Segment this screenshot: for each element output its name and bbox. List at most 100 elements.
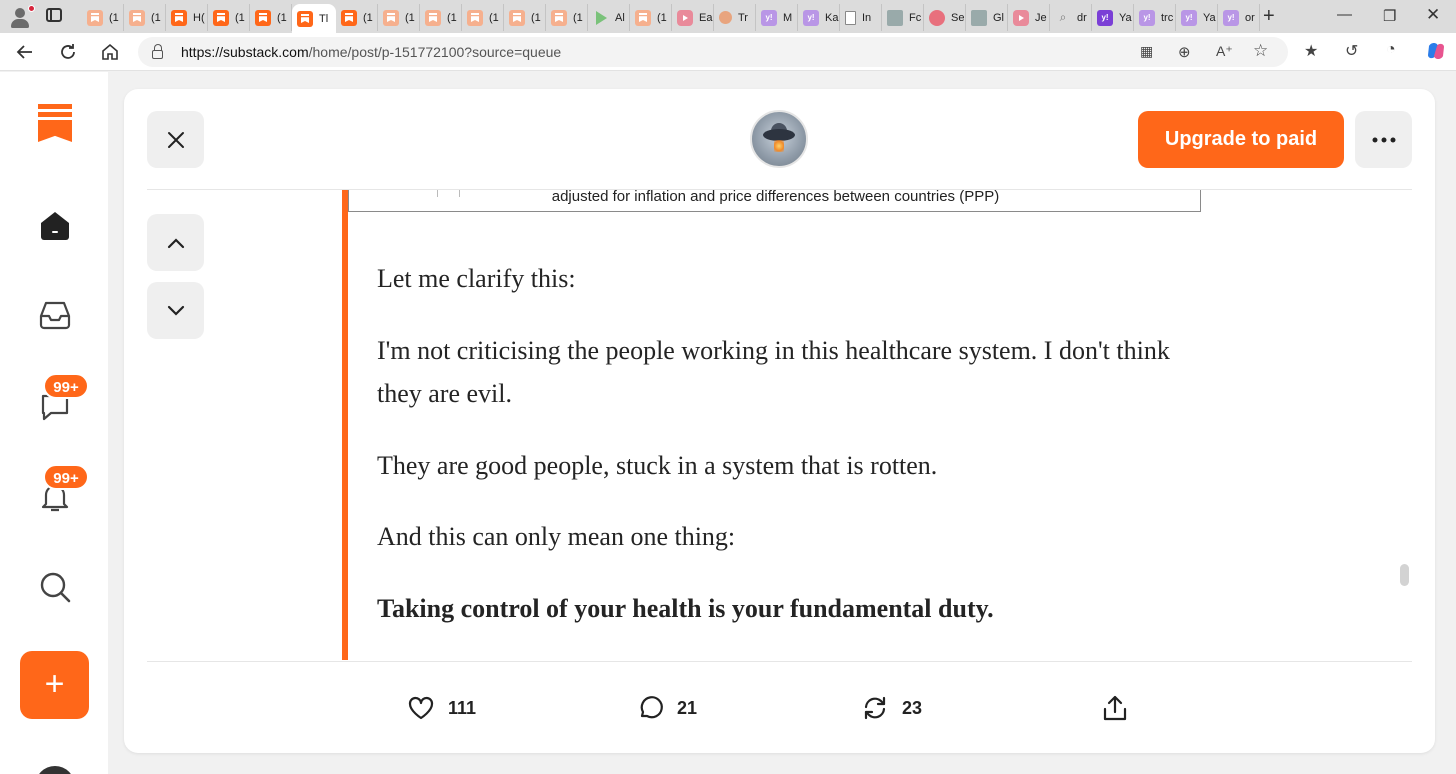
apps-icon[interactable]: ▦ (1140, 43, 1153, 60)
profile-icon[interactable] (8, 5, 35, 29)
like-button[interactable]: 111 (407, 693, 476, 723)
yt-favicon-icon (677, 9, 693, 26)
copilot-icon[interactable] (1425, 40, 1447, 65)
substack-light-favicon-icon (635, 9, 651, 26)
yahoo-light-favicon-icon: y! (803, 9, 819, 26)
share-button[interactable] (1101, 693, 1129, 723)
browser-tab[interactable]: Ea (672, 4, 714, 31)
browser-tab[interactable]: y! or (1218, 4, 1260, 31)
browser-tab[interactable]: Se (924, 4, 966, 31)
paragraph-2: I'm not criticising the people working i… (377, 336, 1170, 408)
browser-tab[interactable]: (1 (82, 4, 124, 31)
browser-tab[interactable]: (1 (630, 4, 672, 31)
tab-label: Je (1035, 11, 1047, 24)
tab-label: (1 (447, 11, 457, 24)
tab-label: M (783, 11, 793, 24)
substack-light-favicon-icon (467, 9, 483, 26)
browser-tab[interactable]: Tr (714, 4, 756, 31)
substack-light-favicon-icon (87, 9, 103, 26)
tab-label: In (862, 11, 872, 24)
back-button[interactable] (14, 41, 36, 63)
browser-tabstrip: (1(1H((1(1Tl✕(1(1(1(1(1(1Al(1EaTry!My!Ka… (0, 0, 1456, 33)
address-bar[interactable]: https://substack.com/home/post/p-1517721… (138, 37, 1288, 67)
restack-button[interactable]: 23 (861, 693, 922, 723)
tab-label: or (1245, 11, 1255, 24)
browser-tab[interactable]: Je (1008, 4, 1050, 31)
comment-button[interactable]: 21 (636, 693, 697, 723)
search-nav-icon[interactable] (38, 570, 72, 604)
browser-tab[interactable]: y! Ka (798, 4, 840, 31)
post-image[interactable]: adjusted for inflation and price differe… (348, 190, 1201, 212)
minimize-button[interactable]: — (1337, 6, 1352, 23)
compose-button[interactable]: + (20, 651, 89, 719)
url-path: /home/post/p-151772100?source=queue (308, 44, 562, 60)
grey-favicon-icon (971, 9, 987, 26)
publication-avatar[interactable] (750, 110, 808, 168)
lock-icon (152, 44, 163, 59)
browser-tab[interactable]: (1 (504, 4, 546, 31)
favorites-icon[interactable]: ★ (1304, 41, 1318, 61)
scrollbar-thumb[interactable] (1400, 564, 1409, 586)
browser-tab[interactable]: H( (166, 4, 208, 31)
browser-tab[interactable]: y! Ya (1176, 4, 1218, 31)
extensions-icon[interactable]: ◔ (1386, 41, 1396, 59)
home-nav-icon[interactable] (38, 208, 72, 242)
quote-accent-bar (342, 190, 348, 660)
yahoo-light-favicon-icon: y! (761, 9, 777, 26)
browser-tab[interactable]: (1 (462, 4, 504, 31)
browser-tab[interactable]: y! M (756, 4, 798, 31)
browser-tab[interactable]: (1 (420, 4, 462, 31)
reload-button[interactable] (57, 41, 79, 63)
tab-label: Gl (993, 11, 1004, 24)
tab-actions-icon[interactable] (46, 8, 62, 22)
browser-tab[interactable]: Fc (882, 4, 924, 31)
paragraph-4: And this can only mean one thing: (377, 522, 736, 551)
more-options-button[interactable] (1355, 111, 1412, 168)
browser-tab[interactable]: Al (588, 4, 630, 31)
browser-tab[interactable]: ⌕ dr (1050, 4, 1092, 31)
close-window-button[interactable]: ✕ (1426, 5, 1440, 25)
close-post-button[interactable] (147, 111, 204, 168)
history-icon[interactable]: ↺ (1345, 41, 1358, 61)
browser-tab[interactable]: (1 (378, 4, 420, 31)
browser-tab[interactable]: (1 (250, 4, 292, 31)
read-aloud-icon[interactable]: A⁺ (1216, 43, 1233, 60)
messages-badge: 99+ (43, 373, 89, 399)
browser-tab[interactable]: Gl (966, 4, 1008, 31)
yahoo-light-favicon-icon: y! (1181, 9, 1197, 26)
tab-label: (1 (109, 11, 119, 24)
zoom-icon[interactable]: ⊕ (1178, 43, 1191, 61)
tab-label: H( (193, 11, 205, 24)
notifications-badge: 99+ (43, 464, 89, 490)
comment-icon (640, 696, 663, 719)
yahoo-light-favicon-icon: y! (1223, 9, 1239, 26)
browser-tab[interactable]: y! trc (1134, 4, 1176, 31)
browser-tab[interactable]: (1 (124, 4, 166, 31)
substack-logo-icon[interactable] (38, 104, 72, 142)
browser-tab[interactable]: (1 (336, 4, 378, 31)
substack-favicon-icon (255, 9, 271, 26)
comment-count: 21 (677, 697, 698, 718)
circle-favicon-icon (719, 11, 732, 24)
inbox-nav-icon[interactable] (38, 298, 72, 332)
address-toolbar: https://substack.com/home/post/p-1517721… (0, 33, 1456, 71)
substack-favicon-icon (171, 9, 187, 26)
tab-active[interactable]: Tl✕ (292, 4, 336, 33)
tab-label: trc (1161, 11, 1174, 24)
restore-button[interactable]: ❐ (1383, 7, 1396, 25)
upgrade-to-paid-button[interactable]: Upgrade to paid (1138, 111, 1344, 168)
browser-tab[interactable]: y! Ya (1092, 4, 1134, 31)
user-avatar[interactable] (35, 766, 75, 774)
browser-tab[interactable]: In (840, 4, 882, 31)
new-tab-button[interactable]: + (1263, 5, 1275, 28)
home-button[interactable] (99, 41, 121, 63)
post-body: adjusted for inflation and price differe… (124, 190, 1435, 660)
footer-divider (147, 661, 1412, 662)
tab-label: (1 (363, 11, 373, 24)
browser-tab[interactable]: (1 (208, 4, 250, 31)
post-reader-card: Upgrade to paid adjusted for inflation a… (124, 89, 1435, 753)
browser-tab[interactable]: (1 (546, 4, 588, 31)
tab-label: (1 (151, 11, 161, 24)
favorite-star-icon[interactable]: ☆ (1253, 41, 1268, 61)
like-count: 111 (448, 697, 477, 718)
